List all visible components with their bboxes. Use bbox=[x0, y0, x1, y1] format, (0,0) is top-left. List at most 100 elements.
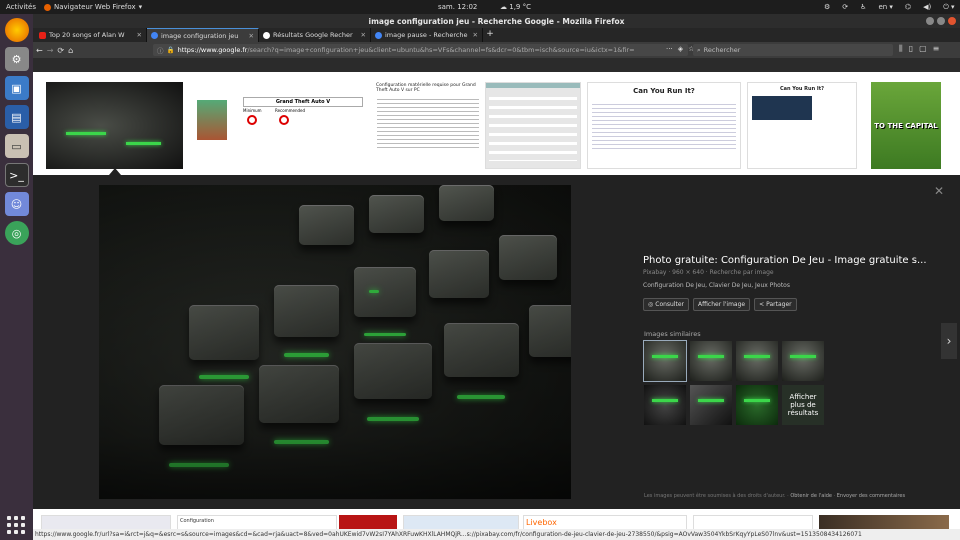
view-image-button[interactable]: Afficher l'image bbox=[693, 298, 751, 311]
youtube-icon bbox=[39, 31, 46, 39]
show-apps-icon[interactable] bbox=[7, 516, 25, 534]
more-results-button[interactable]: Afficher plus de résultats bbox=[782, 385, 824, 425]
thumb-glow bbox=[66, 132, 106, 135]
firefox-icon bbox=[44, 3, 51, 11]
files-launcher-icon[interactable]: ▭ bbox=[4, 134, 29, 158]
language-indicator[interactable]: en ▾ bbox=[878, 3, 893, 11]
update-icon: ⟳ bbox=[842, 3, 849, 11]
result-thumb-canyourunit[interactable]: Can You Run It? bbox=[587, 82, 741, 169]
text-lines bbox=[592, 101, 736, 151]
hamburger-menu-icon[interactable]: ≡ bbox=[933, 44, 940, 54]
app-menu[interactable]: Navigateur Web Firefox ▾ bbox=[44, 3, 142, 11]
feedback-link[interactable]: Envoyer des commentaires bbox=[837, 493, 905, 499]
os-top-bar: Activités Navigateur Web Firefox ▾ sam. … bbox=[0, 0, 960, 14]
result-thumb-config-text[interactable]: Configuration matérielle requise pour Gr… bbox=[375, 82, 481, 169]
image-vignette bbox=[99, 185, 571, 499]
close-viewer-icon[interactable]: ✕ bbox=[934, 184, 944, 198]
home-icon[interactable]: ⌂ bbox=[68, 46, 73, 55]
result-thumb-gta[interactable]: Grand Theft Auto V Minimum Recommended bbox=[195, 82, 365, 169]
livebox-label: Livebox bbox=[526, 518, 557, 527]
weather-temp: 1,9 °C bbox=[509, 3, 531, 11]
firefox-window: image configuration jeu - Recherche Goog… bbox=[33, 14, 960, 540]
help-link[interactable]: Obtenir de l'aide bbox=[790, 493, 832, 499]
similar-image[interactable] bbox=[643, 340, 687, 382]
next-image-button[interactable]: › bbox=[941, 323, 957, 359]
window-titlebar: image configuration jeu - Recherche Goog… bbox=[33, 14, 960, 28]
view-image-label: Afficher l'image bbox=[698, 301, 746, 308]
result-thumb-canyourunit-2[interactable]: Can You Run It? bbox=[747, 82, 857, 169]
similar-images-label[interactable]: Images similaires bbox=[644, 330, 701, 338]
weather[interactable]: ☁ 1,9 °C bbox=[500, 3, 531, 11]
info-icon[interactable]: ⓘ bbox=[157, 45, 164, 55]
config-label: Configuration bbox=[180, 518, 214, 524]
tab-google-results[interactable]: Résultats Google Recher ✕ bbox=[259, 28, 371, 42]
settings-launcher-icon[interactable]: ⚙ bbox=[4, 47, 29, 71]
preview-image[interactable] bbox=[99, 185, 571, 499]
reload-icon[interactable]: ⟳ bbox=[57, 46, 64, 55]
search-placeholder: Rechercher bbox=[703, 46, 741, 54]
firefox-launcher-icon[interactable] bbox=[4, 18, 29, 42]
forward-icon[interactable]: → bbox=[47, 46, 54, 55]
gta-title: Grand Theft Auto V bbox=[243, 97, 363, 107]
library-icon[interactable]: ⫼ bbox=[899, 44, 903, 54]
similar-image[interactable] bbox=[736, 385, 778, 425]
clock[interactable]: sam. 12:02 bbox=[438, 3, 477, 11]
close-tab-icon[interactable]: ✕ bbox=[473, 31, 478, 39]
result-thumb-dialog[interactable] bbox=[485, 82, 581, 169]
similar-image[interactable] bbox=[644, 385, 686, 425]
tab-image-pause[interactable]: image pause - Recherche ✕ bbox=[371, 28, 483, 42]
activities-button[interactable]: Activités bbox=[6, 3, 36, 11]
maximize-button[interactable] bbox=[937, 17, 945, 25]
image-meta: Pixabay · 960 × 640 · Recherche par imag… bbox=[643, 269, 774, 276]
system-tray[interactable]: ⚙ ⟳ ♿ en ▾ ⌬ ◀) ⏻ ▾ bbox=[824, 3, 954, 12]
result-thumb-keyboard[interactable] bbox=[46, 82, 183, 169]
url-bar[interactable]: ⓘ 🔒 https://www.google.fr/search?q=image… bbox=[153, 44, 688, 56]
document-launcher-icon[interactable]: ▤ bbox=[4, 105, 29, 129]
discord-launcher-icon[interactable]: ☺ bbox=[4, 192, 29, 216]
close-tab-icon[interactable]: ✕ bbox=[137, 31, 142, 39]
similar-image[interactable] bbox=[736, 341, 778, 381]
similar-image[interactable] bbox=[782, 341, 824, 381]
thumb-glow bbox=[126, 142, 161, 145]
image-title[interactable]: Photo gratuite: Configuration De Jeu - I… bbox=[643, 255, 933, 266]
globe-icon: ◎ bbox=[648, 301, 654, 308]
url-path: /search?q=image+configuration+jeu&client… bbox=[247, 46, 635, 54]
viewer-actions: ◎ Consulter Afficher l'image < Partager bbox=[643, 298, 933, 311]
back-icon[interactable]: ← bbox=[36, 46, 43, 55]
capital-title: TO THE CAPITAL bbox=[874, 122, 938, 130]
tab-youtube[interactable]: Top 20 songs of Alan W ✕ bbox=[35, 28, 147, 42]
virtualbox-launcher-icon[interactable]: ▣ bbox=[4, 76, 29, 100]
sidebar-icon[interactable]: ▯ bbox=[909, 44, 913, 54]
minimize-button[interactable] bbox=[926, 17, 934, 25]
result-thumb-capital[interactable]: TO THE CAPITAL bbox=[871, 82, 941, 169]
tab-label: image configuration jeu bbox=[161, 31, 239, 40]
status-bar-url: https://www.google.fr/url?sa=i&rct=j&q=&… bbox=[33, 529, 960, 540]
chevron-down-icon: ▾ bbox=[138, 3, 143, 11]
close-tab-icon[interactable]: ✕ bbox=[361, 31, 366, 39]
close-tab-icon[interactable]: ✕ bbox=[249, 32, 254, 40]
pocket-icon[interactable]: ◈ bbox=[678, 45, 683, 53]
share-button[interactable]: < Partager bbox=[754, 298, 797, 311]
new-tab-button[interactable]: + bbox=[483, 28, 497, 42]
language-label: en bbox=[878, 3, 888, 11]
screenshot-icon[interactable]: ▢ bbox=[919, 44, 927, 54]
visit-button[interactable]: ◎ Consulter bbox=[643, 298, 690, 311]
dock: ⚙ ▣ ▤ ▭ >_ ☺ ◎ bbox=[0, 14, 33, 540]
page-actions-icon[interactable]: ··· bbox=[666, 45, 673, 53]
chevron-right-icon: › bbox=[946, 334, 952, 348]
text-lines bbox=[377, 96, 479, 151]
similar-image[interactable] bbox=[690, 385, 732, 425]
similar-images-grid: Afficher plus de résultats bbox=[643, 340, 824, 425]
dialog-body bbox=[489, 91, 577, 161]
image-tags[interactable]: Configuration De Jeu, Clavier De Jeu, Je… bbox=[643, 282, 933, 289]
search-input[interactable]: ⌕ Rechercher bbox=[693, 44, 893, 56]
close-window-button[interactable] bbox=[948, 17, 956, 25]
tab-google-images[interactable]: image configuration jeu ✕ bbox=[147, 28, 259, 42]
visit-label: Consulter bbox=[655, 301, 685, 308]
web-launcher-icon[interactable]: ◎ bbox=[4, 221, 29, 245]
gta-minimum: Minimum bbox=[243, 108, 262, 113]
google-icon bbox=[263, 31, 270, 39]
lock-icon: 🔒 bbox=[166, 46, 175, 54]
similar-image[interactable] bbox=[690, 341, 732, 381]
terminal-launcher-icon[interactable]: >_ bbox=[4, 163, 29, 187]
